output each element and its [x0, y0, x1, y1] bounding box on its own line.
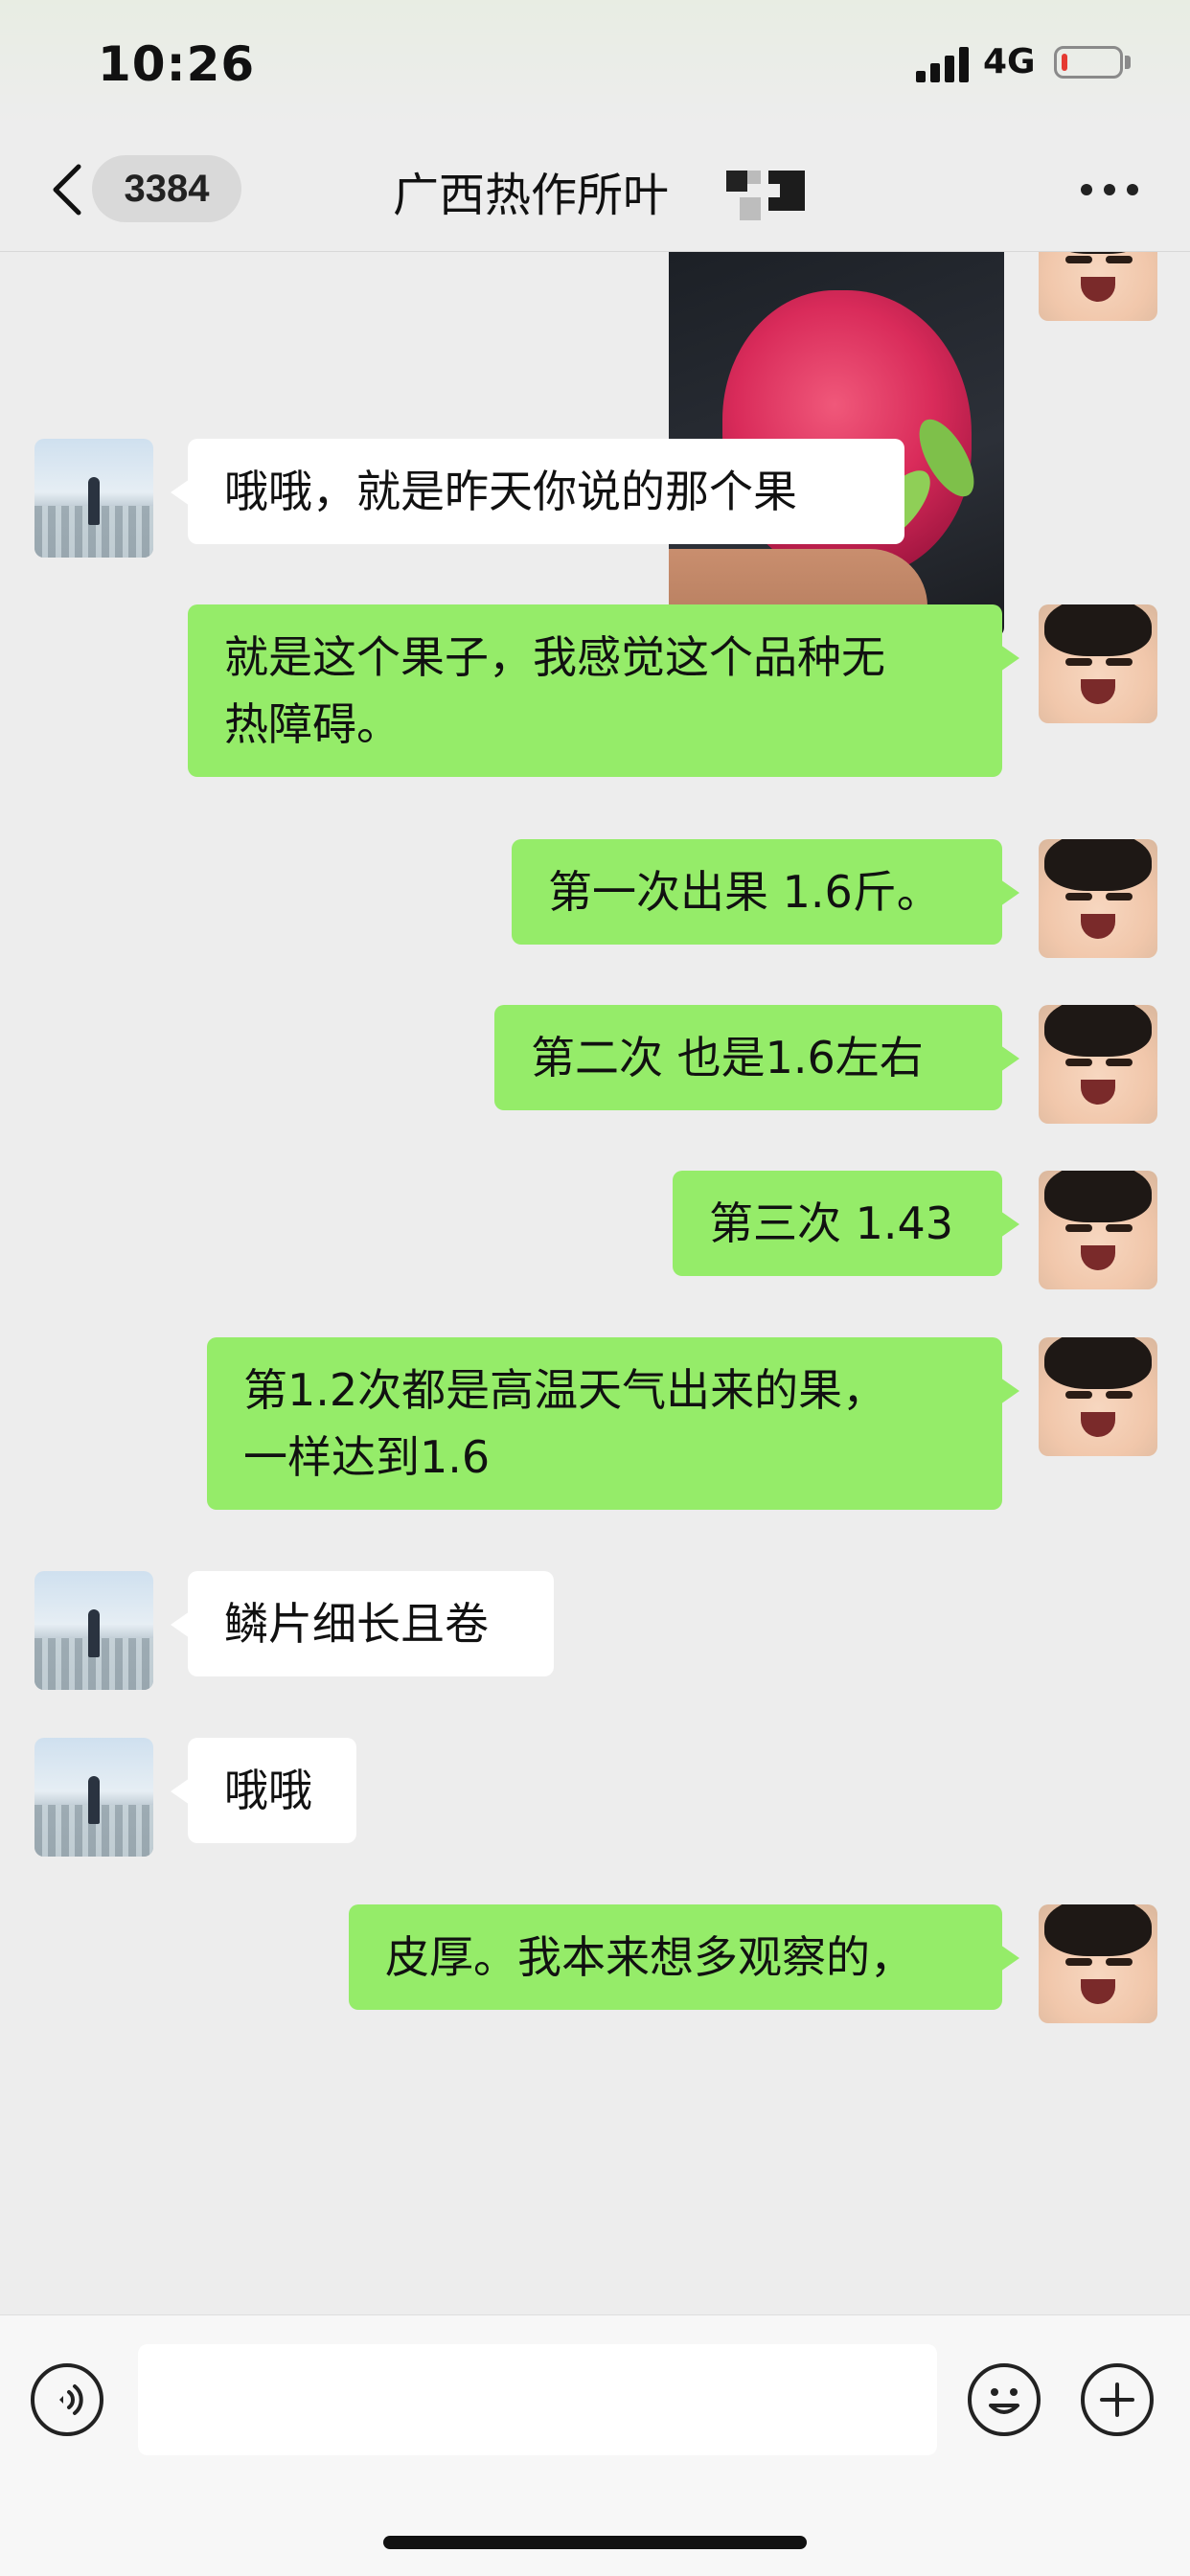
more-dots-icon[interactable]	[1081, 184, 1138, 197]
unread-count-badge[interactable]: 3384	[92, 155, 241, 222]
message-bubble[interactable]: 哦哦	[171, 1738, 356, 1843]
message-bubble[interactable]: 第一次出果 1.6斤。	[512, 839, 1019, 945]
status-time: 10:26	[98, 36, 256, 92]
my-avatar[interactable]	[1039, 1171, 1157, 1289]
chat-nav-bar: 3384 广西热作所叶	[0, 125, 1190, 252]
message-bubble[interactable]: 鳞片细长且卷	[171, 1571, 554, 1676]
message-bubble[interactable]: 第二次 也是1.6左右	[494, 1005, 1019, 1110]
message-text: 哦哦	[224, 1765, 312, 1816]
message-list: 哦哦，就是昨天你说的那个果 就是这个果子，我感觉这个品种无 热障碍。 第一次出果…	[0, 252, 1190, 2314]
message-text-line: 就是这个果子，我感觉这个品种无	[224, 631, 885, 683]
input-bar	[0, 2314, 1190, 2576]
message-bubble[interactable]: 皮厚。我本来想多观察的，	[349, 1904, 1019, 2010]
message-bubble[interactable]: 第三次 1.43	[673, 1171, 1019, 1276]
my-avatar[interactable]	[1039, 604, 1157, 723]
message-text: 第三次 1.43	[709, 1197, 954, 1249]
contact-avatar[interactable]	[34, 1738, 153, 1857]
chevron-left-icon[interactable]	[48, 163, 86, 217]
message-input[interactable]	[138, 2344, 937, 2455]
my-avatar[interactable]	[1039, 1904, 1157, 2023]
plus-icon[interactable]	[1081, 2363, 1154, 2436]
signal-icon	[916, 46, 970, 82]
my-avatar[interactable]	[1039, 1005, 1157, 1124]
message-text: 鳞片细长且卷	[224, 1598, 489, 1650]
network-type: 4G	[983, 42, 1036, 81]
message-text: 哦哦，就是昨天你说的那个果	[224, 466, 797, 517]
pixel-avatar-icon	[726, 171, 805, 224]
battery-cap	[1125, 56, 1131, 69]
smile-emoji-icon[interactable]	[968, 2363, 1041, 2436]
home-indicator[interactable]	[383, 2536, 807, 2549]
message-bubble[interactable]: 哦哦，就是昨天你说的那个果	[171, 439, 904, 544]
message-text-line: 热障碍。	[224, 698, 400, 750]
message-bubble[interactable]: 第1.2次都是高温天气出来的果， 一样达到1.6	[207, 1337, 1019, 1510]
message-bubble[interactable]: 就是这个果子，我感觉这个品种无 热障碍。	[188, 604, 1019, 777]
battery-icon	[1054, 46, 1123, 79]
chat-title[interactable]: 广西热作所叶	[393, 157, 669, 224]
message-text: 第一次出果 1.6斤。	[548, 866, 941, 918]
my-avatar[interactable]	[1039, 1337, 1157, 1456]
voice-icon[interactable]	[31, 2363, 103, 2436]
message-text: 皮厚。我本来想多观察的，	[385, 1931, 914, 1983]
my-avatar[interactable]	[1039, 839, 1157, 958]
contact-avatar[interactable]	[34, 439, 153, 558]
message-text-line: 一样达到1.6	[243, 1431, 491, 1483]
message-text: 第二次 也是1.6左右	[531, 1032, 924, 1083]
status-bar: 10:26 4G	[0, 0, 1190, 125]
contact-avatar[interactable]	[34, 1571, 153, 1690]
my-avatar[interactable]	[1039, 252, 1157, 321]
message-text-line: 第1.2次都是高温天气出来的果，	[243, 1364, 887, 1416]
